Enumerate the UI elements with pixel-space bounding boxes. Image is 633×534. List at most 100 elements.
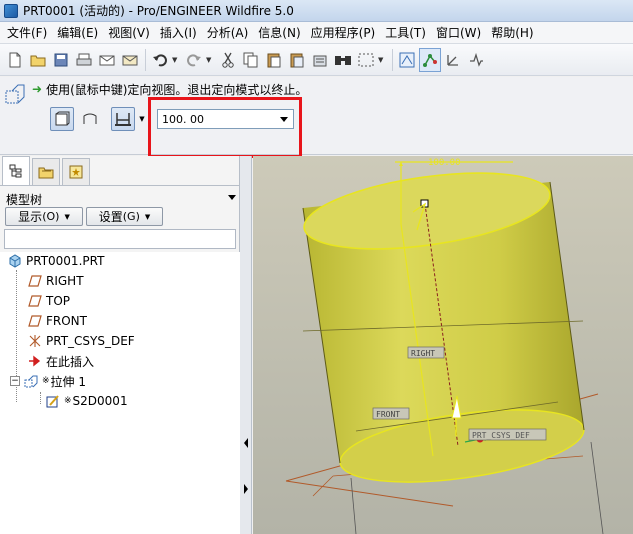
regenerate-icon[interactable]	[309, 48, 331, 72]
print-icon[interactable]	[73, 48, 95, 72]
find-icon[interactable]	[332, 48, 354, 72]
tab-model-tree-icon[interactable]	[2, 156, 30, 185]
navigator-panel: 模型树 显示 (O) ▼ 设置 (G) ▼ PRT0001.PRT RIGHT TOP …	[0, 156, 240, 534]
extrude-dashboard: ➜ 使用(鼠标中键)定向视图。退出定向模式以终止。 ▼ 放置 选项 属性	[0, 77, 633, 231]
collapse-toggle-icon[interactable]: −	[10, 376, 20, 386]
tree-item-label: 在此插入	[46, 354, 95, 369]
tree-item-label: PRT_CSYS_DEF	[46, 334, 135, 348]
main-toolbar: ▼ ▼ ▼	[0, 44, 633, 76]
tree-item-label: PRT0001.PRT	[26, 254, 105, 268]
paste-icon[interactable]	[263, 48, 285, 72]
selection-box-icon[interactable]	[355, 48, 377, 72]
tree-item-label: FRONT	[46, 314, 87, 328]
insert-arrow-icon	[28, 354, 42, 368]
dimension-arrow-icon	[399, 162, 403, 166]
toolbar-separator	[392, 48, 393, 71]
chevron-down-icon: ▼	[64, 212, 70, 221]
menu-view[interactable]: 视图(V)	[103, 23, 155, 43]
message-hint: ➜ 使用(鼠标中键)定向视图。退出定向模式以终止。	[32, 81, 307, 97]
tab-folder-browser-icon[interactable]	[32, 158, 60, 185]
settings-button[interactable]: 设置 (G) ▼	[86, 207, 163, 226]
menu-window[interactable]: 窗口(W)	[431, 23, 486, 43]
axis-display-icon[interactable]	[465, 48, 487, 72]
redo-icon[interactable]	[183, 48, 205, 72]
menu-bar: 文件(F) 编辑(E) 视图(V) 插入(I) 分析(A) 信息(N) 应用程序…	[0, 22, 633, 44]
csys-icon	[28, 334, 42, 348]
settings-button-label: 设置	[98, 210, 123, 224]
tree-item-sketch[interactable]: ※ S2D0001	[46, 392, 128, 410]
datum-label-front: FRONT	[376, 410, 400, 419]
navigator-tabs	[0, 156, 240, 186]
cut-icon[interactable]	[217, 48, 239, 72]
model-view: 100.00 RIGHT FRONT PRT_CSYS_DEF	[285, 158, 604, 534]
asterisk-marker-icon: ※	[64, 396, 72, 406]
menu-tools[interactable]: 工具(T)	[380, 23, 431, 43]
csys-display-icon[interactable]	[442, 48, 464, 72]
graphics-window[interactable]: 100.00 RIGHT FRONT PRT_CSYS_DEF	[253, 156, 633, 534]
datum-label-right: RIGHT	[411, 349, 435, 358]
mail-attach-icon[interactable]	[119, 48, 141, 72]
tree-connector	[40, 392, 41, 404]
tree-item-top[interactable]: TOP	[28, 292, 70, 310]
tree-item-csys[interactable]: PRT_CSYS_DEF	[28, 332, 135, 350]
app-window: { "window": {"title": "PRT0001 (活动的) - P…	[0, 0, 633, 534]
show-button-shortcut: (O)	[42, 210, 60, 223]
model-tree-label: 模型树	[6, 193, 43, 207]
panel-splitter[interactable]	[240, 156, 252, 534]
hint-text: 使用(鼠标中键)定向视图。退出定向模式以终止。	[46, 82, 308, 97]
depth-option-button[interactable]	[111, 107, 135, 131]
extrude-solid-button[interactable]	[50, 107, 74, 131]
tree-item-label: RIGHT	[46, 274, 84, 288]
menu-analysis[interactable]: 分析(A)	[202, 23, 254, 43]
show-button-label: 显示	[18, 210, 43, 224]
menu-help[interactable]: 帮助(H)	[486, 23, 538, 43]
menu-file[interactable]: 文件(F)	[2, 23, 52, 43]
menu-insert[interactable]: 插入(I)	[155, 23, 202, 43]
tree-item-right[interactable]: RIGHT	[28, 272, 84, 290]
copy-icon[interactable]	[240, 48, 262, 72]
tree-item-root[interactable]: PRT0001.PRT	[8, 252, 104, 270]
tree-item-label: TOP	[46, 294, 71, 308]
menu-info[interactable]: 信息(N)	[253, 23, 305, 43]
app-icon	[4, 3, 18, 18]
toolbar-separator	[145, 48, 146, 71]
tree-item-insert-here[interactable]: 在此插入	[28, 352, 94, 370]
splitter-arrows-icon[interactable]	[242, 436, 250, 496]
undo-icon[interactable]	[149, 48, 171, 72]
dimension-label[interactable]: 100.00	[428, 158, 461, 168]
tab-favorites-icon[interactable]	[62, 158, 90, 185]
send-mail-icon[interactable]	[96, 48, 118, 72]
sketch-icon	[46, 394, 60, 408]
tree-item-front[interactable]: FRONT	[28, 312, 87, 330]
tree-filter-input[interactable]	[4, 229, 236, 249]
tree-item-label: 拉伸 1	[50, 374, 86, 389]
menu-applications[interactable]: 应用程序(P)	[306, 23, 381, 43]
selection-dropdown-icon[interactable]: ▼	[378, 56, 386, 64]
datum-plane-icon	[28, 314, 42, 328]
model-tree: PRT0001.PRT RIGHT TOP FRONT PRT_CSYS_DEF…	[0, 252, 240, 534]
undo-dropdown-icon[interactable]: ▼	[172, 56, 180, 64]
depth-option-dropdown-icon[interactable]: ▼	[136, 107, 148, 131]
datum-plane-icon	[28, 294, 42, 308]
hint-arrow-icon: ➜	[32, 82, 43, 96]
new-file-icon[interactable]	[4, 48, 26, 72]
menu-edit[interactable]: 编辑(E)	[52, 23, 103, 43]
datum-label-csys: PRT_CSYS_DEF	[472, 431, 530, 440]
highlight-annotation	[148, 97, 302, 158]
paste-special-icon[interactable]	[286, 48, 308, 72]
datum-plane-display-icon[interactable]	[396, 48, 418, 72]
part-icon	[8, 254, 22, 268]
extrude-surface-button[interactable]	[78, 107, 102, 131]
title-bar: PRT0001 (活动的) - Pro/ENGINEER Wildfire 5.…	[0, 0, 633, 22]
open-folder-icon[interactable]	[27, 48, 49, 72]
save-icon[interactable]	[50, 48, 72, 72]
chevron-down-icon: ▼	[144, 212, 151, 221]
extrude-feature-icon	[24, 374, 38, 388]
show-button[interactable]: 显示 (O) ▼	[5, 207, 83, 226]
settings-button-shortcut: (G)	[122, 210, 140, 223]
datum-plane-icon	[28, 274, 42, 288]
redo-dropdown-icon[interactable]: ▼	[206, 56, 214, 64]
model-tree-menu-icon[interactable]	[228, 195, 236, 200]
tree-item-extrude[interactable]: − ※ 拉伸 1	[10, 372, 86, 390]
datum-point-display-icon[interactable]	[419, 47, 441, 72]
